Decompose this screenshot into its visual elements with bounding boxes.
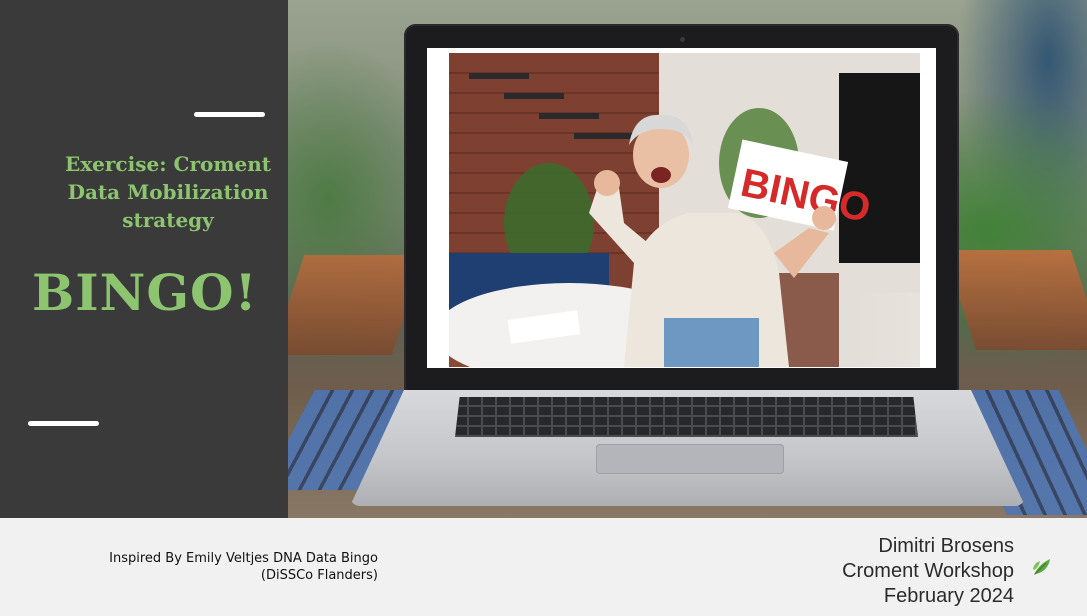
exercise-title: Exercise: Croment Data Mobilization stra… bbox=[48, 150, 288, 234]
credit-line: (DiSSCo Flanders) bbox=[260, 568, 378, 583]
event-name: Croment Workshop bbox=[842, 560, 1014, 582]
footer: Inspired By Emily Veltjes DNA Data Bingo… bbox=[0, 518, 1087, 616]
leaf-icon bbox=[1033, 559, 1050, 575]
decorative-dash-bottom bbox=[28, 421, 99, 426]
slide: BINGO Exercise: Croment Data Mobilizatio… bbox=[0, 0, 1087, 518]
author-name: Dimitri Brosens bbox=[878, 535, 1014, 557]
laptop-trackpad bbox=[596, 444, 784, 474]
exercise-title-line: strategy bbox=[122, 208, 214, 232]
laptop-keyboard bbox=[455, 397, 918, 437]
event-date: February 2024 bbox=[883, 585, 1014, 607]
title-panel: Exercise: Croment Data Mobilization stra… bbox=[0, 0, 288, 518]
screen-photo: BINGO bbox=[449, 53, 920, 367]
exercise-title-line: Exercise: Croment bbox=[65, 152, 271, 176]
woman-holding-bingo-sign: BINGO bbox=[449, 53, 920, 367]
credit-line: Inspired By Emily Veltjes DNA Data Bingo bbox=[109, 551, 378, 566]
decorative-dash-top bbox=[194, 112, 265, 117]
bingo-heading: BINGO! bbox=[32, 263, 258, 322]
credit-text: Inspired By Emily Veltjes DNA Data Bingo… bbox=[109, 550, 378, 584]
webcam-icon bbox=[680, 37, 685, 42]
exercise-title-line: Data Mobilization bbox=[67, 180, 269, 204]
author-block: Dimitri Brosens Croment Workshop Februar… bbox=[842, 534, 1014, 609]
